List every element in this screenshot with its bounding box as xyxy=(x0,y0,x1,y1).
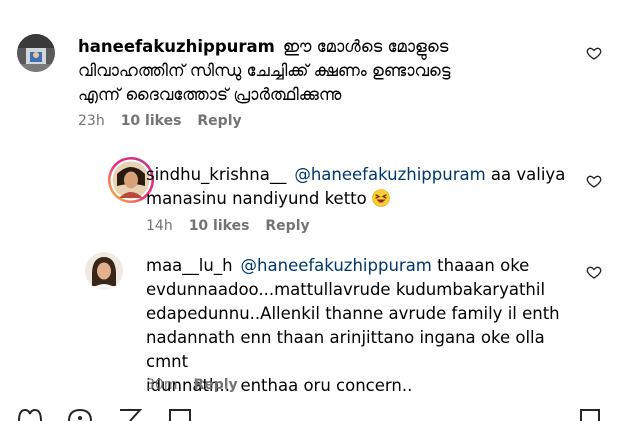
like-heart-icon[interactable] xyxy=(586,264,602,280)
reply-meta: 14h 10 likes Reply xyxy=(146,218,310,234)
reply-line: nadannath enn thaan arinjittano ingana o… xyxy=(146,328,545,371)
reply-line: thaaan oke xyxy=(431,256,530,275)
mention-link[interactable]: @haneefakuzhippuram xyxy=(241,256,432,275)
comment-time[interactable]: 23h xyxy=(78,113,105,129)
reply-meta: 30m Reply xyxy=(146,377,238,393)
comment-line: വിവാഹത്തിന് സിന്ധു ചേച്ചിക്ക് ക്ഷണം ഉണ്ട… xyxy=(78,61,451,80)
bookmark-icon[interactable] xyxy=(576,408,604,421)
reply-line: manasinu nandiyund ketto xyxy=(146,189,367,208)
comments-panel: haneefakuzhippuram ഈ മോൾടെ മോളുടെ വിവാഹത്… xyxy=(0,0,620,421)
save-icon[interactable] xyxy=(166,408,194,421)
like-heart-icon[interactable] xyxy=(586,45,602,61)
reply-line: edapedunnu..Allenkil thanne avrude famil… xyxy=(146,304,560,323)
reply-username[interactable]: maa__lu_h xyxy=(146,256,233,275)
mention-link[interactable]: @haneefakuzhippuram xyxy=(294,165,485,184)
comment-icon[interactable] xyxy=(66,408,94,421)
reply-line: aa valiya xyxy=(485,165,566,184)
reply-button[interactable]: Reply xyxy=(197,113,241,129)
grinning-squinting-face-icon xyxy=(372,189,390,207)
reply-button[interactable]: Reply xyxy=(193,377,237,393)
heart-icon[interactable] xyxy=(16,408,44,421)
reply-time[interactable]: 30m xyxy=(146,377,177,393)
like-heart-icon[interactable] xyxy=(586,173,602,189)
share-icon[interactable] xyxy=(116,408,144,421)
comment-meta: 23h 10 likes Reply xyxy=(78,113,242,129)
reply-username[interactable]: sindhu_krishna__ xyxy=(146,165,286,184)
reply-button[interactable]: Reply xyxy=(265,218,309,234)
post-action-bar xyxy=(0,408,620,421)
comment-username[interactable]: haneefakuzhippuram xyxy=(78,37,275,56)
likes-count[interactable]: 10 likes xyxy=(189,218,250,234)
reply-line: evdunnaadoo...mattullavrude kudumbakarya… xyxy=(146,280,546,299)
comment-line: എന്ന് ദൈവത്തോട് പ്രാർത്ഥിക്കുന്നു xyxy=(78,85,342,104)
avatar[interactable] xyxy=(17,34,55,72)
avatar[interactable] xyxy=(85,252,123,290)
comment-line: ഈ മോൾടെ മോളുടെ xyxy=(282,37,449,56)
likes-count[interactable]: 10 likes xyxy=(121,113,182,129)
comment-text: haneefakuzhippuram ഈ മോൾടെ മോളുടെ വിവാഹത്… xyxy=(78,35,588,107)
reply-time[interactable]: 14h xyxy=(146,218,173,234)
reply-text: sindhu_krishna__ @haneefakuzhippuram aa v… xyxy=(146,163,576,211)
